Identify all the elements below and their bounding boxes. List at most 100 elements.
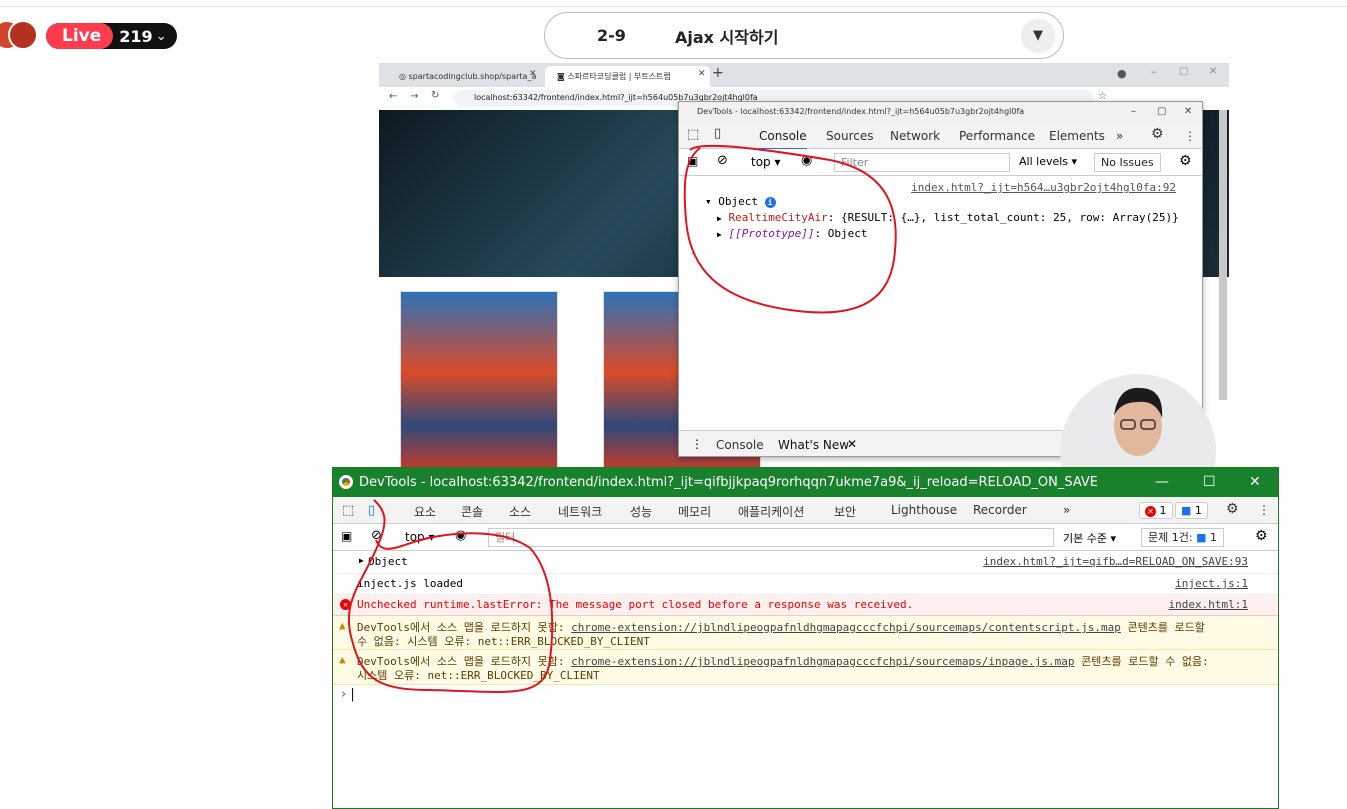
message-count-badge[interactable]: ■ 1 — [1175, 502, 1208, 519]
tab-recorder[interactable]: Recorder — [973, 503, 1027, 517]
maximize-icon[interactable]: ☐ — [1203, 468, 1216, 497]
error-count-badge[interactable]: ✕ 1 — [1139, 502, 1173, 519]
eye-icon[interactable]: ◉ — [455, 528, 466, 543]
devtools-small-title: DevTools - localhost:63342/frontend/inde… — [679, 102, 1202, 122]
minimize-icon[interactable]: – — [1131, 102, 1136, 122]
console-property-row[interactable]: ▶ [[Prototype]]: Object — [717, 227, 868, 240]
back-icon[interactable]: ← — [389, 91, 397, 102]
movie-poster[interactable] — [400, 291, 558, 467]
filter-input[interactable]: Filter — [834, 153, 1010, 172]
tab-memory[interactable]: 메모리 — [678, 503, 711, 520]
gear-icon[interactable]: ⚙ — [1255, 528, 1268, 544]
gear-icon[interactable]: ⚙ — [1226, 501, 1239, 517]
profile-icon[interactable]: ● — [1117, 67, 1127, 80]
minimize-icon[interactable]: — — [1155, 468, 1169, 497]
live-badge[interactable]: Live 219 ⌄ — [46, 23, 177, 49]
sidebar-toggle-icon[interactable]: ▣ — [687, 154, 698, 168]
warning-link[interactable]: chrome-extension://jblndlipeogpafnldhgma… — [571, 621, 1121, 634]
viewer-count: 219 — [119, 26, 153, 46]
chrome-icon — [339, 475, 353, 489]
more-tabs-icon[interactable]: » — [1116, 129, 1123, 143]
issues-label: 문제 1건: — [1148, 531, 1193, 544]
close-icon[interactable]: ✕ — [1249, 468, 1261, 497]
inspect-icon[interactable]: ⬚ — [687, 127, 699, 142]
object-label: Object — [718, 195, 758, 208]
kebab-menu-icon[interactable]: ⋮ — [691, 437, 703, 451]
console-source-link[interactable]: index.html:1 — [1169, 598, 1248, 611]
context-select[interactable]: top ▾ — [751, 155, 781, 169]
console-warning-row[interactable]: ▲ DevTools에서 소스 맵을 로드하지 못함: chrome-exten… — [333, 616, 1278, 650]
maximize-icon[interactable]: ▢ — [1157, 102, 1166, 122]
expand-triangle-icon: ▶ — [717, 230, 722, 239]
tab-network[interactable]: 네트워크 — [558, 503, 602, 520]
lesson-selector[interactable]: 2-9 Ajax 시작하기 ▼ — [544, 12, 1064, 59]
clear-console-icon[interactable]: ⊘ — [371, 528, 382, 543]
forward-icon[interactable]: → — [410, 91, 418, 102]
console-row[interactable]: ▶ Object index.html?_ijt=qifb…d=RELOAD_O… — [333, 552, 1278, 574]
console-source-link[interactable]: index.html?_ijt=h564…u3gbr2ojt4hgl0fa:92 — [911, 181, 1176, 194]
scrollbar[interactable] — [1219, 110, 1227, 400]
tab-performance[interactable]: 성능 — [630, 503, 652, 520]
error-icon: ✕ — [340, 599, 351, 610]
console-row[interactable]: inject.js loaded inject.js:1 — [333, 574, 1278, 595]
drawer-tab-whats-new[interactable]: What's New — [778, 438, 849, 456]
issues-button[interactable]: 문제 1건: ■ 1 — [1141, 528, 1224, 547]
eye-icon[interactable]: ◉ — [801, 153, 812, 168]
tab-security[interactable]: 보안 — [834, 503, 856, 520]
devtools-big-filter-bar: ▣ ⊘ top ▾ ◉ 필터 기본 수준 ▾ 문제 1건: ■ 1 ⚙ — [333, 524, 1278, 551]
close-icon[interactable]: ✕ — [698, 69, 706, 79]
tab-console[interactable]: Console — [759, 129, 807, 150]
message-count: 1 — [1194, 504, 1202, 517]
device-toolbar-icon[interactable]: ▯ — [368, 503, 375, 518]
gear-icon[interactable]: ⚙ — [1151, 126, 1164, 142]
maximize-icon[interactable]: ▢ — [1179, 66, 1188, 77]
console-property-row[interactable]: ▶ RealtimeCityAir: {RESULT: {…}, list_to… — [717, 211, 1179, 224]
minimize-icon[interactable]: – — [1151, 65, 1157, 78]
context-select[interactable]: top ▾ — [405, 530, 435, 544]
info-icon[interactable]: i — [764, 197, 776, 208]
tab-sources[interactable]: 소스 — [509, 503, 531, 520]
close-icon[interactable]: ✕ — [1209, 66, 1217, 77]
tab-application[interactable]: 애플리케이션 — [738, 503, 804, 520]
device-toolbar-icon[interactable]: ▯ — [714, 126, 721, 141]
console-message: inject.js loaded — [357, 577, 463, 590]
tab-lighthouse[interactable]: Lighthouse — [891, 503, 957, 517]
levels-select[interactable]: 기본 수준 ▾ — [1063, 530, 1116, 546]
filter-input[interactable]: 필터 — [488, 528, 1054, 547]
inspect-icon[interactable]: ⬚ — [342, 503, 354, 518]
reload-icon[interactable]: ↻ — [431, 90, 439, 101]
context-value: top — [405, 530, 425, 544]
kebab-menu-icon[interactable]: ⋮ — [1184, 129, 1196, 143]
kebab-menu-icon[interactable]: ⋮ — [1258, 503, 1270, 517]
message-icon: ■ — [1196, 531, 1207, 544]
drawer-tab-console[interactable]: Console — [716, 438, 764, 452]
console-warning-row[interactable]: ▲ DevTools에서 소스 맵을 로드하지 못함: chrome-exten… — [333, 650, 1278, 685]
new-tab-icon[interactable]: + — [712, 65, 724, 81]
warning-link[interactable]: chrome-extension://jblndlipeogpafnldhgma… — [571, 655, 1074, 668]
close-icon[interactable]: ✕ — [1184, 102, 1192, 122]
tab-network[interactable]: Network — [890, 129, 940, 143]
levels-select[interactable]: All levels ▾ — [1019, 155, 1077, 168]
tab-elements[interactable]: Elements — [1049, 129, 1105, 143]
clear-console-icon[interactable]: ⊘ — [717, 153, 728, 168]
tab-sources[interactable]: Sources — [826, 129, 873, 143]
sidebar-toggle-icon[interactable]: ▣ — [341, 529, 352, 543]
console-prompt[interactable]: › | — [341, 687, 355, 702]
console-source-link[interactable]: inject.js:1 — [1175, 577, 1248, 590]
warning-icon: ▲ — [339, 619, 346, 632]
browser-tab[interactable]: ◎ spartacodingclub.shop/sparta_a — [387, 66, 539, 87]
browser-tab-active[interactable]: ◙ 스파르타코딩클럽 | 부트스트랩 — [545, 66, 710, 87]
gear-icon[interactable]: ⚙ — [1179, 153, 1192, 169]
console-object-row[interactable]: ▾ Object i — [705, 195, 776, 208]
tab-performance[interactable]: Performance — [959, 129, 1035, 143]
more-tabs-icon[interactable]: » — [1063, 503, 1070, 517]
chevron-down-icon[interactable]: ▼ — [1021, 19, 1055, 53]
console-error-row[interactable]: ✕ Unchecked runtime.lastError: The messa… — [333, 595, 1278, 616]
close-icon[interactable]: ✕ — [847, 437, 857, 451]
warning-text: 콘텐츠를 로드할 — [1120, 621, 1205, 634]
close-icon[interactable]: ✕ — [529, 69, 537, 79]
issues-button[interactable]: No Issues — [1094, 153, 1161, 172]
tab-elements[interactable]: 요소 — [414, 503, 436, 520]
console-source-link[interactable]: index.html?_ijt=qifb…d=RELOAD_ON_SAVE:93 — [983, 555, 1248, 568]
console-message: Object — [368, 555, 408, 568]
